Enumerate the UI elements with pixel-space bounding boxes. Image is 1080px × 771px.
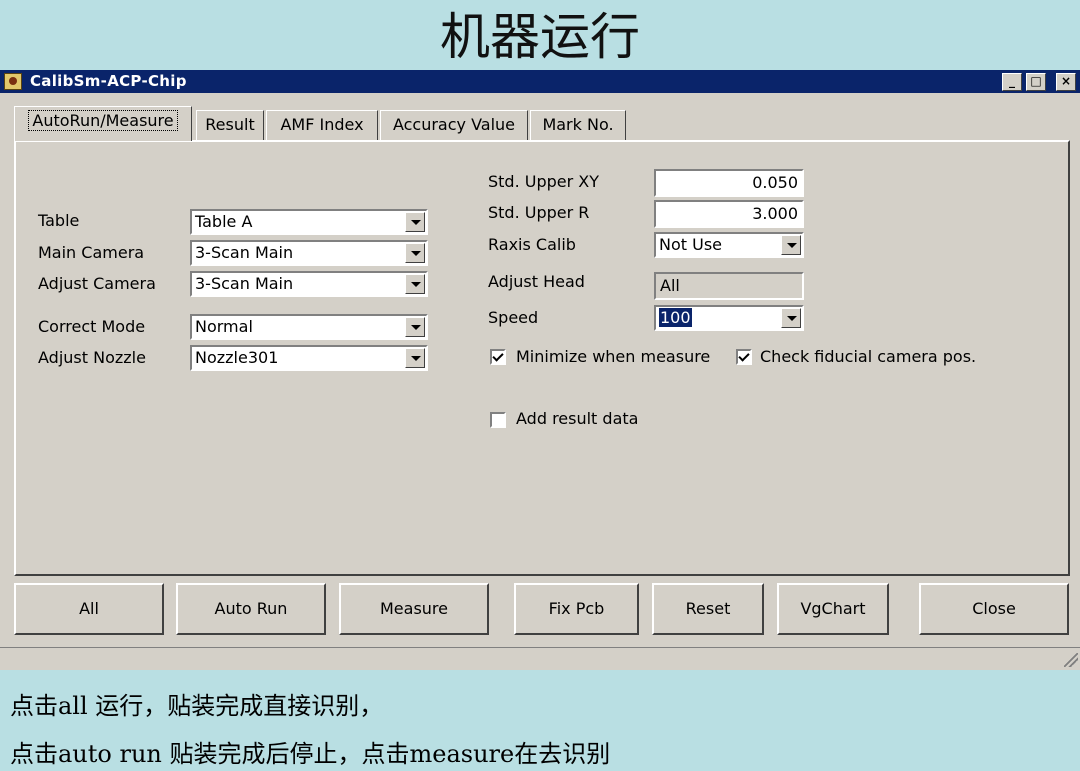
table-select-value: Table A [195, 212, 253, 231]
correct-mode-label: Correct Mode [38, 317, 146, 336]
measure-button[interactable]: Measure [339, 583, 489, 635]
table-select[interactable]: Table A [190, 209, 428, 235]
raxis-calib-label: Raxis Calib [488, 235, 576, 254]
chevron-down-icon[interactable] [405, 212, 425, 232]
resize-grip-icon[interactable] [1064, 653, 1078, 667]
add-result-label: Add result data [516, 409, 639, 428]
reset-button[interactable]: Reset [652, 583, 764, 635]
tab-accuracy-value[interactable]: Accuracy Value [380, 110, 528, 140]
std-upper-xy-label: Std. Upper XY [488, 172, 600, 191]
minimize-checkbox[interactable] [490, 349, 506, 365]
main-camera-value: 3-Scan Main [195, 243, 294, 262]
autorun-panel: Table Table A Main Camera 3-Scan Main Ad… [14, 140, 1070, 576]
main-camera-select[interactable]: 3-Scan Main [190, 240, 428, 266]
chevron-down-icon[interactable] [405, 348, 425, 368]
adjust-head-field: All [654, 272, 804, 300]
adjust-head-label: Adjust Head [488, 272, 585, 291]
window-title: CalibSm-ACP-Chip [30, 72, 187, 90]
adjust-nozzle-select[interactable]: Nozzle301 [190, 345, 428, 371]
std-upper-r-input[interactable]: 3.000 [654, 200, 804, 228]
speed-label: Speed [488, 308, 539, 327]
close-button[interactable]: Close [919, 583, 1069, 635]
std-upper-xy-input[interactable]: 0.050 [654, 169, 804, 197]
speed-value: 100 [659, 308, 692, 327]
adjust-camera-label: Adjust Camera [38, 274, 156, 293]
raxis-calib-select[interactable]: Not Use [654, 232, 804, 258]
table-label: Table [38, 211, 80, 230]
raxis-calib-value: Not Use [659, 235, 723, 254]
std-upper-r-label: Std. Upper R [488, 203, 590, 222]
add-result-checkbox[interactable] [490, 412, 506, 428]
calib-window: CalibSm-ACP-Chip _ □ × AutoRun/Measure R… [0, 70, 1080, 670]
tab-mark-no[interactable]: Mark No. [530, 110, 626, 140]
fix-pcb-button[interactable]: Fix Pcb [514, 583, 639, 635]
check-fiducial-label: Check fiducial camera pos. [760, 347, 977, 366]
window-titlebar: CalibSm-ACP-Chip _ □ × [0, 70, 1080, 93]
tab-amf-index[interactable]: AMF Index [266, 110, 378, 140]
correct-mode-select[interactable]: Normal [190, 314, 428, 340]
check-fiducial-checkbox[interactable] [736, 349, 752, 365]
note-line-2: 点击auto run 贴装完成后停止，点击measure在去识别 [10, 740, 611, 768]
adjust-nozzle-label: Adjust Nozzle [38, 348, 146, 367]
status-bar [0, 647, 1080, 669]
correct-mode-value: Normal [195, 317, 253, 336]
adjust-camera-value: 3-Scan Main [195, 274, 294, 293]
chevron-down-icon[interactable] [781, 308, 801, 328]
adjust-camera-select[interactable]: 3-Scan Main [190, 271, 428, 297]
chevron-down-icon[interactable] [405, 274, 425, 294]
tab-autorun-measure[interactable]: AutoRun/Measure [14, 106, 192, 141]
vgchart-button[interactable]: VgChart [777, 583, 889, 635]
chevron-down-icon[interactable] [405, 243, 425, 263]
adjust-nozzle-value: Nozzle301 [195, 348, 279, 367]
auto-run-button[interactable]: Auto Run [176, 583, 326, 635]
note-line-1: 点击all 运行，贴装完成直接识别， [10, 692, 384, 720]
maximize-icon[interactable]: □ [1026, 73, 1046, 91]
tab-result[interactable]: Result [196, 110, 264, 140]
main-camera-label: Main Camera [38, 243, 145, 262]
app-icon [4, 73, 22, 90]
minimize-icon[interactable]: _ [1002, 73, 1022, 91]
chevron-down-icon[interactable] [405, 317, 425, 337]
minimize-label: Minimize when measure [516, 347, 711, 366]
speed-select[interactable]: 100 [654, 305, 804, 331]
chevron-down-icon[interactable] [781, 235, 801, 255]
all-button[interactable]: All [14, 583, 164, 635]
close-icon[interactable]: × [1056, 73, 1076, 91]
slide-title: 机器运行 [440, 8, 640, 66]
